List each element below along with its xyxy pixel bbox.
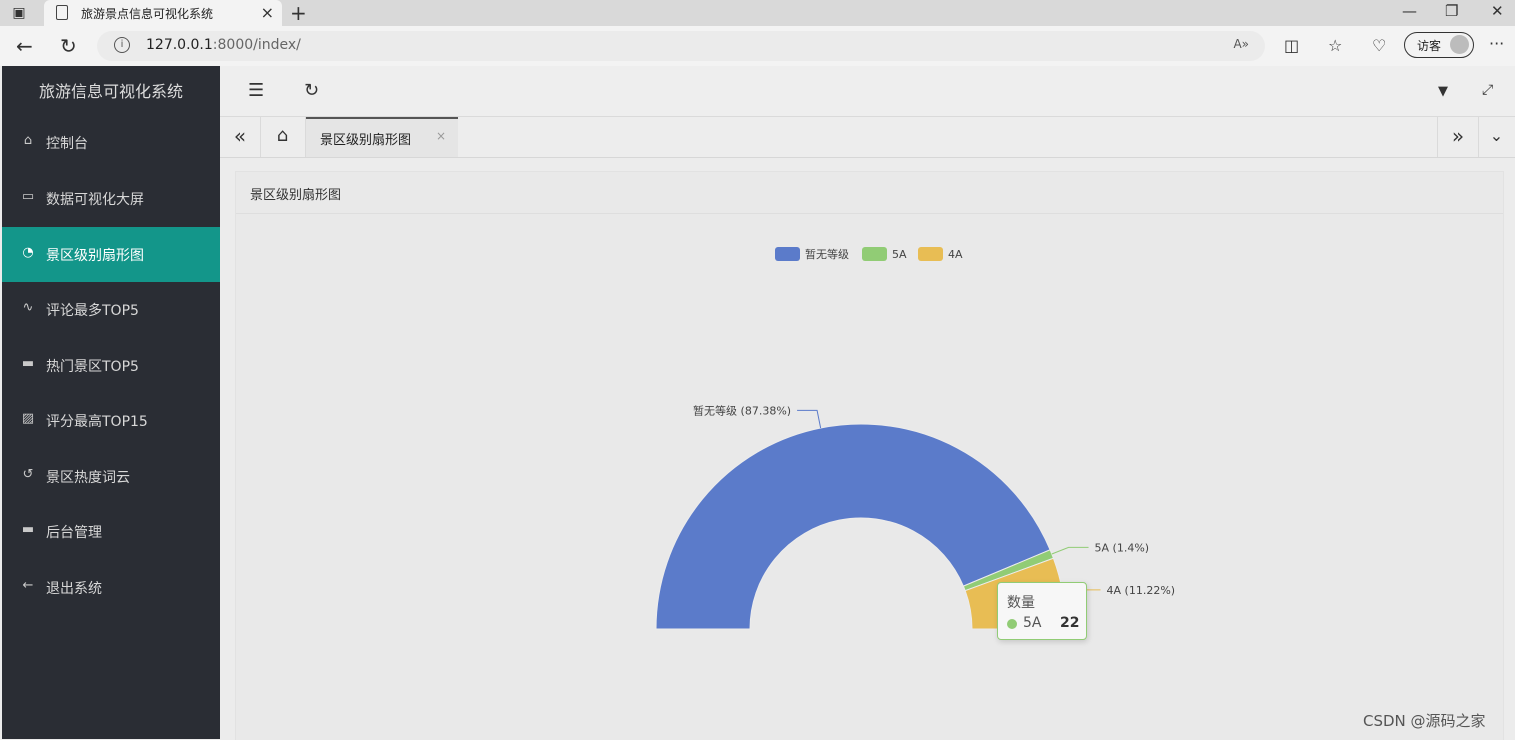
legend-swatch[interactable]: [862, 247, 887, 261]
legend-label[interactable]: 4A: [948, 248, 963, 261]
slice-label: 5A (1.4%): [1095, 541, 1150, 554]
legend-label[interactable]: 暂无等级: [805, 247, 849, 261]
legend-swatch[interactable]: [775, 247, 800, 261]
pie-chart: 暂无等级 5A 4A 暂无等级 (87.38%) 5A (1.4%) 4A (11.22%…: [655, 247, 1176, 630]
tooltip-title: 数量: [1007, 595, 1035, 611]
tooltip-value: 22: [1060, 615, 1080, 631]
legend-swatch[interactable]: [918, 247, 943, 261]
slice-label: 暂无等级 (87.38%): [693, 403, 791, 417]
label-leader-line: [797, 409, 822, 429]
slice-label: 4A (11.22%): [1107, 584, 1176, 597]
watermark: CSDN @源码之家: [1363, 712, 1486, 730]
chart-tooltip: 数量 5A 22: [997, 582, 1087, 640]
legend-label[interactable]: 5A: [892, 248, 907, 261]
tooltip-marker: [1007, 619, 1017, 629]
label-leader-line: [1051, 546, 1089, 555]
tooltip-series-name: 5A: [1023, 615, 1042, 631]
